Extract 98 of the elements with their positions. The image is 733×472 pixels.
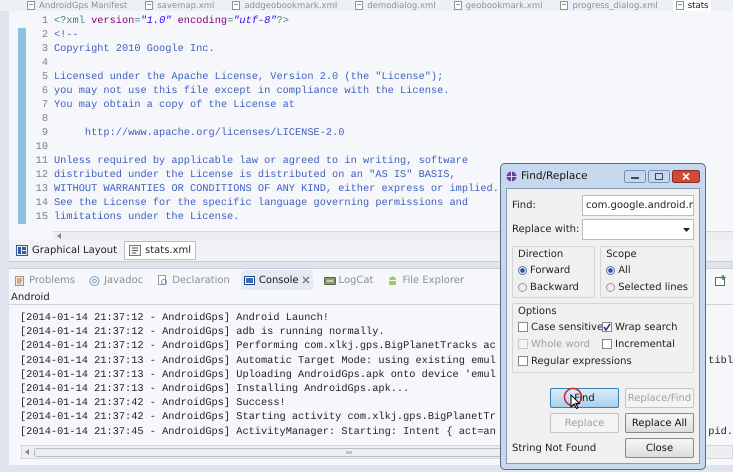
field-label: Replace with: — [512, 224, 580, 235]
group-title: Options — [518, 306, 558, 317]
line-number: 10 — [34, 140, 49, 154]
maximize-icon[interactable] — [648, 170, 670, 182]
close-button[interactable]: Close — [625, 438, 694, 458]
at-sign-icon — [89, 274, 102, 286]
line-number: 4 — [40, 56, 49, 70]
checkbox-label: Regular expressions — [531, 356, 632, 366]
checkbox-label: Case sensitive — [531, 322, 604, 332]
log-line: [2014-01-14 21:37:12 - AndroidGps] Performing com.xlkj.gps.BigPlanetTracks ac — [20, 339, 496, 354]
layout-icon — [16, 245, 28, 256]
editor-tab[interactable]: stats.xml — [124, 241, 196, 260]
code-line: WITHOUT WARRANTIES OR CONDITIONS OF ANY KIND, either express or implied. — [54, 182, 499, 196]
line-number: 5 — [40, 70, 49, 84]
dropdown-arrow-icon — [683, 228, 690, 232]
radio-button[interactable] — [606, 266, 616, 274]
line-number: 8 — [40, 112, 49, 126]
log-line: [2014-01-14 21:37:13 - AndroidGps] Installing AndroidGps.apk... — [20, 382, 410, 396]
dialog-button[interactable]: Replace All — [625, 413, 694, 433]
code-line: http://www.apache.org/licenses/LICENSE-2.0 — [84, 126, 344, 140]
radio-label: Backward — [530, 282, 579, 292]
view-tab[interactable]: Problems — [11, 270, 78, 290]
file-tab[interactable]: geobookmark.xml — [450, 0, 546, 11]
log-line: [2014-01-14 21:37:45 - AndroidGps] ActivityManager: Starting: Intent { act=an — [20, 424, 496, 439]
code-line: Licensed under the Apache License, Version 2.0 (the "License"); — [54, 70, 444, 84]
code-line: <!-- — [54, 28, 79, 42]
window-plus-icon[interactable] — [715, 274, 727, 286]
clipboard-icon — [14, 274, 26, 286]
code-line: You may obtain a copy of the License at — [54, 98, 295, 112]
combo-box[interactable] — [582, 219, 694, 240]
file-tab[interactable]: savemap.xml — [142, 0, 218, 11]
editor-tab[interactable]: Graphical Layout — [11, 241, 122, 260]
log-line: [2014-01-14 21:37:13 - AndroidGps] Uploading AndroidGps.apk onto device 'emul — [20, 368, 496, 382]
minimize-icon[interactable] — [624, 170, 646, 182]
checkbox[interactable] — [602, 339, 612, 349]
status-message: String Not Found — [512, 442, 598, 454]
log-line: [2014-01-14 21:37:42 - AndroidGps] Starting activity com.xlkj.gps.BigPlanetTr — [20, 410, 496, 424]
line-number: 9 — [40, 126, 49, 140]
radio-button[interactable] — [606, 282, 616, 292]
checkbox[interactable] — [518, 356, 528, 366]
close-icon[interactable] — [672, 170, 700, 182]
log-line: [2014-01-14 21:37:12 - AndroidGps] adb is running normally. — [20, 325, 385, 340]
file-tab[interactable]: addgeobookmark.xml — [229, 0, 340, 11]
line-number: 11 — [34, 154, 49, 168]
left-arrow-icon — [57, 233, 62, 239]
view-tab[interactable]: Console — [240, 270, 313, 290]
checkbox[interactable] — [602, 322, 612, 332]
view-tab[interactable]: LogCat — [320, 270, 376, 290]
code-line: Copyright 2010 Google Inc. — [54, 42, 215, 56]
line-number: 12 — [34, 168, 49, 182]
line-number: 7 — [40, 98, 49, 112]
file-tab[interactable]: AndroidGps Manifest — [24, 0, 130, 11]
log-icon — [324, 274, 336, 286]
radio-label: All — [618, 264, 631, 276]
checkbox-label: Whole word — [531, 338, 590, 350]
radio-button[interactable] — [518, 266, 527, 274]
close-icon[interactable] — [302, 276, 310, 284]
log-line-fragment: pid. — [708, 424, 733, 439]
line-number: 3 — [40, 42, 49, 56]
line-number: 1 — [40, 14, 49, 28]
code-line: See the License for the specific language governing permissions and — [54, 196, 468, 210]
checkbox[interactable] — [518, 322, 528, 332]
code-line: limitations under the License. — [54, 210, 240, 224]
code-line: you may not use this file except in compliance with the License. — [54, 84, 450, 98]
checkmark-icon — [603, 323, 611, 331]
group-title: Direction — [518, 249, 564, 260]
field-label: Find: — [512, 200, 537, 211]
file-tab[interactable]: demodialog.xml — [352, 0, 439, 11]
radio-button[interactable] — [518, 282, 527, 292]
file-tab[interactable]: progress_dialog.xml — [557, 0, 661, 11]
dialog-title: Find/Replace — [521, 170, 588, 182]
line-number: 2 — [40, 28, 49, 42]
line-number: 13 — [34, 182, 49, 196]
checkbox-label: Wrap search — [615, 322, 678, 332]
line-number: 6 — [40, 84, 49, 98]
combo-box[interactable]: com.google.android.r — [582, 195, 694, 216]
log-line: [2014-01-14 21:37:13 - AndroidGps] Automatic Target Mode: using existing emul — [20, 354, 496, 368]
log-line-fragment: tibl — [708, 354, 733, 368]
log-line: [2014-01-14 21:37:12 - AndroidGps] Android Launch! — [20, 311, 329, 326]
code-line: <?xml version="1.0" encoding="utf-8"?> — [54, 14, 289, 28]
group-title: Scope — [606, 249, 638, 260]
log-line: [2014-01-14 21:37:42 - AndroidGps] Success! — [20, 396, 286, 410]
view-tab[interactable]: Javadoc — [86, 270, 146, 290]
document-search-icon — [157, 274, 170, 286]
line-number: 15 — [34, 210, 49, 224]
file-tab[interactable]: stats — [672, 0, 712, 11]
radio-label: Selected lines — [618, 282, 688, 292]
code-line: Unless required by applicable law or agreed to in writing, software — [54, 154, 468, 168]
view-tab[interactable]: Declaration — [154, 270, 233, 290]
view-tab[interactable]: File Explorer — [384, 270, 468, 290]
line-number: 14 — [34, 196, 49, 210]
monitor-icon — [244, 274, 256, 286]
code-line: distributed under the License is distributed on an "AS IS" BASIS, — [54, 168, 456, 182]
globe-icon — [506, 170, 517, 182]
left-arrow-icon — [25, 449, 30, 455]
xml-file-icon — [129, 245, 142, 256]
checkbox-label: Incremental — [615, 338, 675, 350]
radio-label: Forward — [530, 264, 570, 276]
